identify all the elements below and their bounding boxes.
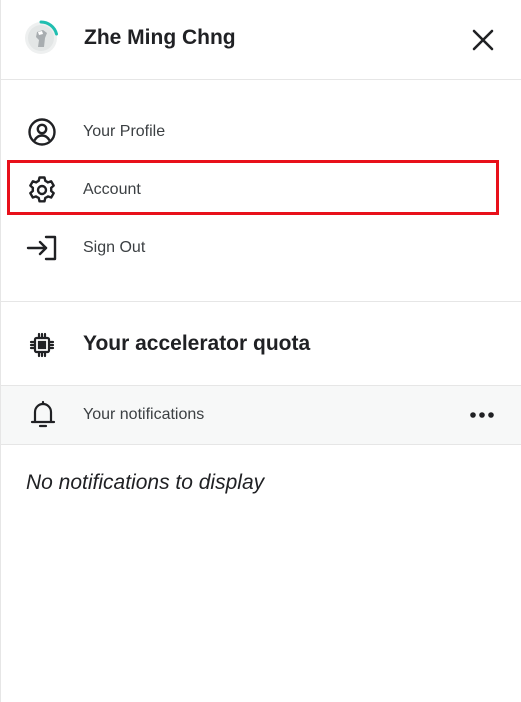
- menu-item-label: Sign Out: [83, 239, 146, 256]
- notifications-header: Your notifications: [1, 386, 521, 445]
- quota-label: Your accelerator quota: [83, 332, 311, 355]
- accelerator-quota[interactable]: Your accelerator quota: [1, 302, 521, 386]
- close-button[interactable]: [467, 24, 499, 56]
- menu-item-your-profile[interactable]: Your Profile: [1, 110, 521, 154]
- more-horizontal-icon: [470, 412, 494, 418]
- sign-out-icon: [26, 234, 58, 262]
- panel-header: Zhe Ming Chng: [1, 0, 521, 80]
- chip-icon: [28, 331, 56, 359]
- user-menu-panel: Zhe Ming Chng Your Profile Account Sign …: [0, 0, 521, 702]
- bell-icon: [29, 400, 57, 430]
- account-menu: Your Profile Account Sign Out: [1, 80, 521, 302]
- menu-item-label: Account: [83, 181, 141, 198]
- avatar[interactable]: [23, 20, 59, 56]
- notifications-label: Your notifications: [83, 406, 205, 423]
- menu-item-sign-out[interactable]: Sign Out: [1, 226, 521, 270]
- menu-item-account[interactable]: Account: [1, 168, 521, 212]
- gear-icon: [26, 176, 58, 204]
- menu-item-label: Your Profile: [83, 123, 166, 140]
- user-name: Zhe Ming Chng: [84, 26, 236, 49]
- close-icon: [472, 29, 494, 51]
- more-options-button[interactable]: [465, 402, 499, 428]
- user-circle-icon: [26, 118, 58, 146]
- empty-notifications-message: No notifications to display: [26, 471, 265, 494]
